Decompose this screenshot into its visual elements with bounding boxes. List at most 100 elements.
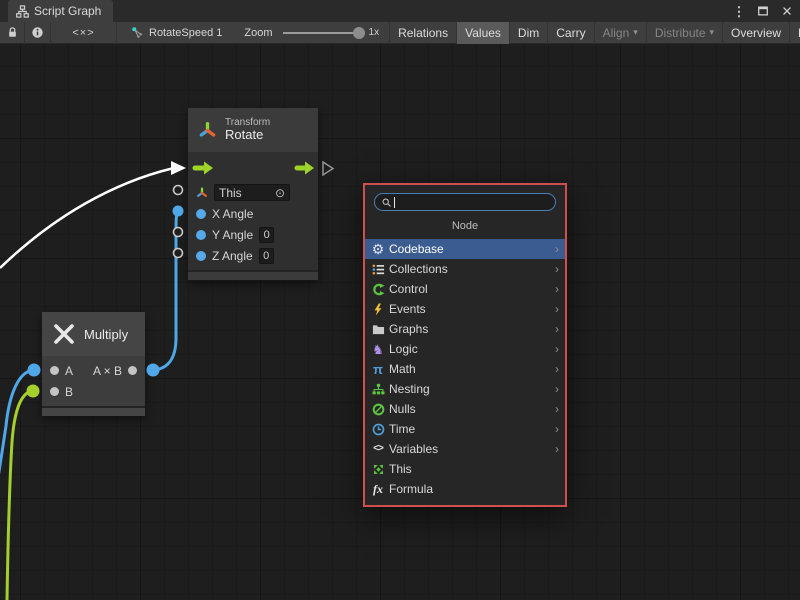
finder-list: ⚙Codebase›Collections›Control›Events›Gra… (365, 239, 565, 499)
chevron-right-icon: › (555, 343, 559, 355)
finder-item-nulls[interactable]: Nulls› (365, 399, 565, 419)
chevron-right-icon: › (555, 303, 559, 315)
zoom-slider[interactable] (283, 32, 363, 34)
graph-breadcrumb[interactable]: RotateSpeed 1 (131, 26, 222, 39)
fuzzy-finder-popup: Node ⚙Codebase›Collections›Control›Event… (363, 183, 567, 507)
flow-row (188, 156, 318, 182)
finder-item-label: Nesting (389, 382, 430, 396)
finder-item-codebase[interactable]: ⚙Codebase› (365, 239, 565, 259)
finder-item-variables[interactable]: <>Variables › (365, 439, 565, 459)
chevron-right-icon: › (555, 383, 559, 395)
toolbar-buttons: RelationsValuesDimCarryAlign▾Distribute▾… (389, 22, 800, 44)
finder-item-graphs[interactable]: Graphs› (365, 319, 565, 339)
x-angle-port[interactable] (196, 209, 206, 219)
x-angle-label: X Angle (212, 207, 253, 221)
wire-blue-multiply-to-xangle (153, 211, 179, 370)
toolbar-button-align[interactable]: Align▾ (595, 22, 647, 44)
close-button[interactable] (780, 4, 794, 18)
finder-item-label: Codebase (389, 242, 444, 256)
lock-button[interactable] (0, 22, 25, 44)
toolbar-button-full-screen[interactable]: Full Screen (790, 22, 800, 44)
z-angle-label: Z Angle (212, 249, 253, 263)
finder-item-events[interactable]: Events › (365, 299, 565, 319)
finder-item-nesting[interactable]: Nesting › (365, 379, 565, 399)
output-port[interactable] (128, 366, 137, 375)
multiply-node-footer (42, 406, 145, 416)
list-icon (370, 262, 386, 276)
code-view-button[interactable]: <×> (51, 22, 117, 44)
finder-item-label: Events (389, 302, 426, 316)
variables-icon: <> (370, 442, 386, 456)
zoom-label: Zoom (244, 27, 272, 39)
menu-button[interactable]: ⋮ (732, 4, 746, 18)
finder-item-label: Formula (389, 482, 433, 496)
transform-axis-icon (198, 121, 217, 140)
wire-white-flow (0, 168, 174, 268)
y-angle-value-field[interactable]: 0 (259, 227, 274, 243)
y-angle-port[interactable] (196, 230, 206, 240)
toolbar-button-dim[interactable]: Dim (510, 22, 548, 44)
tab-script-graph[interactable]: Script Graph (8, 0, 113, 22)
z-angle-port[interactable] (196, 251, 206, 261)
finder-item-label: This (389, 462, 412, 476)
chevron-right-icon: › (555, 323, 559, 335)
finder-item-time[interactable]: Time› (365, 419, 565, 439)
multiply-icon (52, 322, 76, 346)
finder-item-control[interactable]: Control› (365, 279, 565, 299)
finder-item-collections[interactable]: Collections› (365, 259, 565, 279)
toolbar-button-carry[interactable]: Carry (548, 22, 594, 44)
knight-icon: ♞ (370, 342, 386, 356)
flow-in-arrowhead (171, 161, 186, 175)
toolbar-button-distribute[interactable]: Distribute▾ (647, 22, 723, 44)
object-picker-icon[interactable]: ⊙ (275, 187, 285, 199)
search-input[interactable] (397, 195, 549, 209)
node-transform-rotate[interactable]: Transform Rotate This ⊙ X Angle (188, 108, 318, 280)
null-icon (370, 402, 386, 416)
z-angle-value-field[interactable]: 0 (259, 248, 274, 264)
toolbar-button-values[interactable]: Values (457, 22, 510, 44)
clock-icon (370, 422, 386, 436)
finder-item-label: Math (389, 362, 416, 376)
this-port-row: This ⊙ (188, 182, 318, 203)
formula-icon: fx (370, 482, 386, 496)
finder-item-label: Control (389, 282, 428, 296)
this-object-field[interactable]: This ⊙ (214, 184, 290, 201)
finder-item-label: Collections (389, 262, 448, 276)
chevron-right-icon: › (555, 243, 559, 255)
finder-item-this[interactable]: This (365, 459, 565, 479)
graph-canvas[interactable]: Transform Rotate This ⊙ X Angle (0, 44, 800, 600)
info-icon (31, 26, 44, 39)
finder-item-label: Variables (389, 442, 438, 456)
folder-icon (370, 322, 386, 336)
finder-item-formula[interactable]: fxFormula (365, 479, 565, 499)
node-multiply[interactable]: Multiply A A × B B (42, 312, 145, 416)
script-graph-window: Script Graph ⋮ <×> RotateSpeed 1 Zoom 1x… (0, 0, 800, 600)
chevron-right-icon: › (555, 443, 559, 455)
zoom-level: 1x (369, 27, 380, 38)
finder-item-logic[interactable]: ♞Logic› (365, 339, 565, 359)
axis-icon (196, 187, 208, 199)
finder-item-math[interactable]: πMath› (365, 359, 565, 379)
button-label: Overview (731, 26, 781, 40)
wire-blue-into-a (0, 370, 34, 484)
b-input-port[interactable] (50, 387, 59, 396)
node-icon (131, 26, 144, 39)
button-label: Align (603, 26, 630, 40)
text-cursor (394, 197, 395, 208)
graph-ref-label: RotateSpeed 1 (149, 27, 222, 39)
lock-icon (6, 26, 19, 39)
toolbar-button-overview[interactable]: Overview (723, 22, 790, 44)
zoom-slider-handle[interactable] (353, 27, 365, 39)
code-icon: <×> (72, 27, 94, 39)
finder-item-label: Nulls (389, 402, 416, 416)
search-box[interactable] (374, 193, 556, 211)
finder-item-label: Time (389, 422, 415, 436)
node-title: Multiply (84, 327, 128, 342)
maximize-button[interactable] (756, 4, 770, 18)
a-input-port[interactable] (50, 366, 59, 375)
info-button[interactable] (25, 22, 51, 44)
flow-out-port-triangle (323, 162, 333, 175)
b-label: B (65, 385, 73, 399)
toolbar-button-relations[interactable]: Relations (390, 22, 457, 44)
z-angle-outer-port (174, 249, 183, 258)
